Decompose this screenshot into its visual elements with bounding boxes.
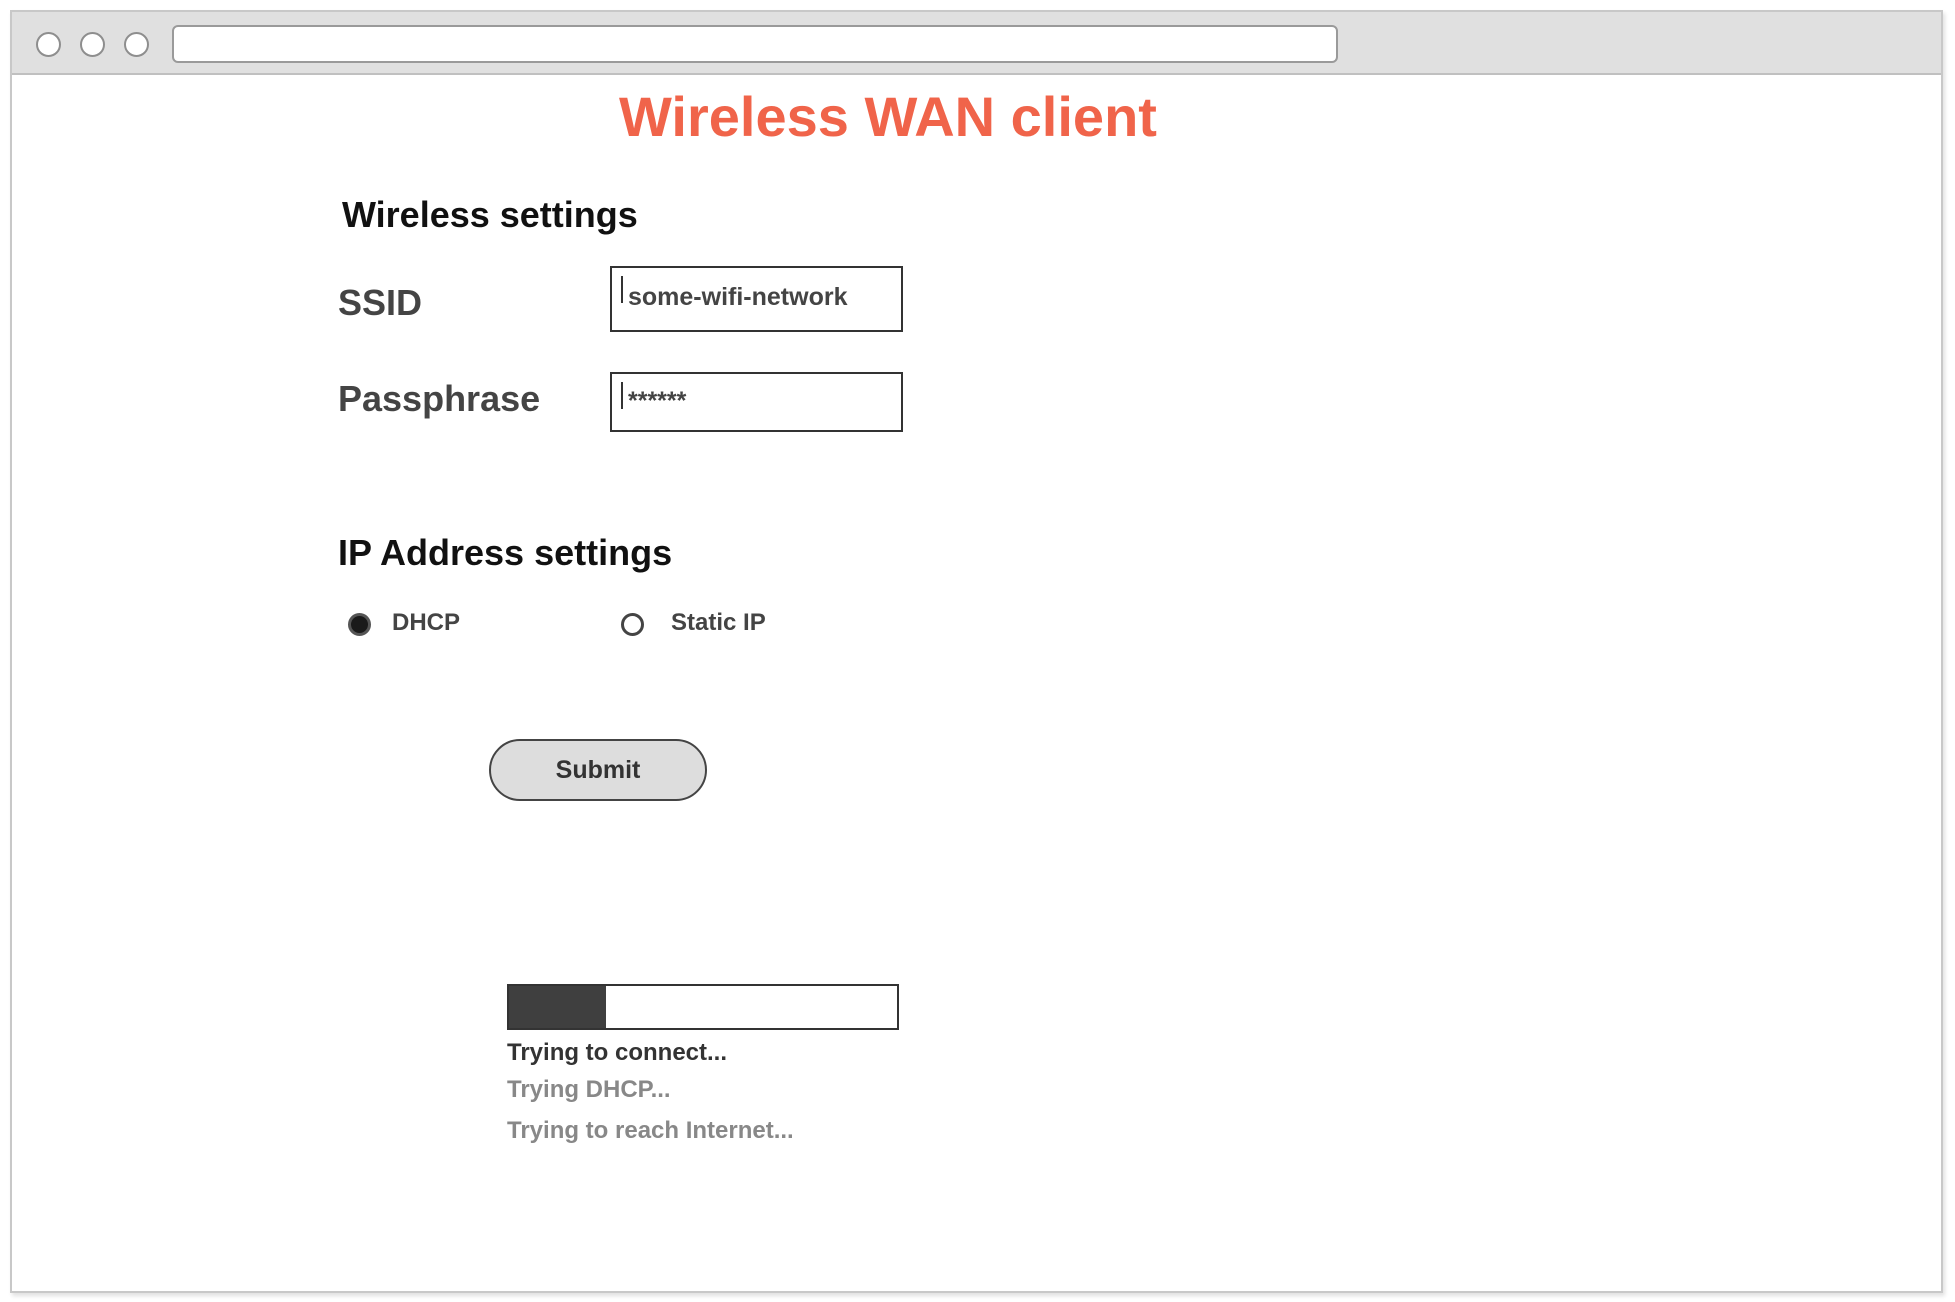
text-caret (621, 276, 623, 303)
window-minimize-icon[interactable] (80, 32, 105, 57)
passphrase-input-value: ****** (628, 387, 687, 415)
status-line: Trying to reach Internet... (507, 1117, 794, 1144)
browser-title-bar (12, 12, 1941, 75)
status-line: Trying DHCP... (507, 1076, 671, 1103)
static-ip-radio-label[interactable]: Static IP (671, 609, 766, 637)
browser-window (10, 10, 1943, 1293)
status-line: Trying to connect... (507, 1039, 728, 1066)
connection-progress-bar (507, 984, 899, 1030)
window-close-icon[interactable] (36, 32, 61, 57)
dhcp-radio[interactable] (348, 613, 371, 636)
progress-bar-fill (509, 986, 606, 1028)
ssid-label: SSID (338, 282, 423, 323)
passphrase-label: Passphrase (338, 378, 541, 419)
window-maximize-icon[interactable] (124, 32, 149, 57)
ssid-input[interactable]: some-wifi-network (610, 266, 903, 332)
dhcp-radio-label[interactable]: DHCP (392, 609, 460, 637)
submit-button[interactable]: Submit (489, 739, 707, 801)
passphrase-input[interactable]: ****** (610, 372, 903, 432)
wireless-settings-heading: Wireless settings (342, 194, 638, 235)
text-caret (621, 382, 623, 409)
page-title: Wireless WAN client (619, 85, 1157, 148)
address-bar[interactable] (172, 25, 1338, 63)
ip-address-settings-heading: IP Address settings (338, 532, 673, 573)
ssid-input-value: some-wifi-network (628, 283, 848, 311)
static-ip-radio[interactable] (621, 613, 644, 636)
